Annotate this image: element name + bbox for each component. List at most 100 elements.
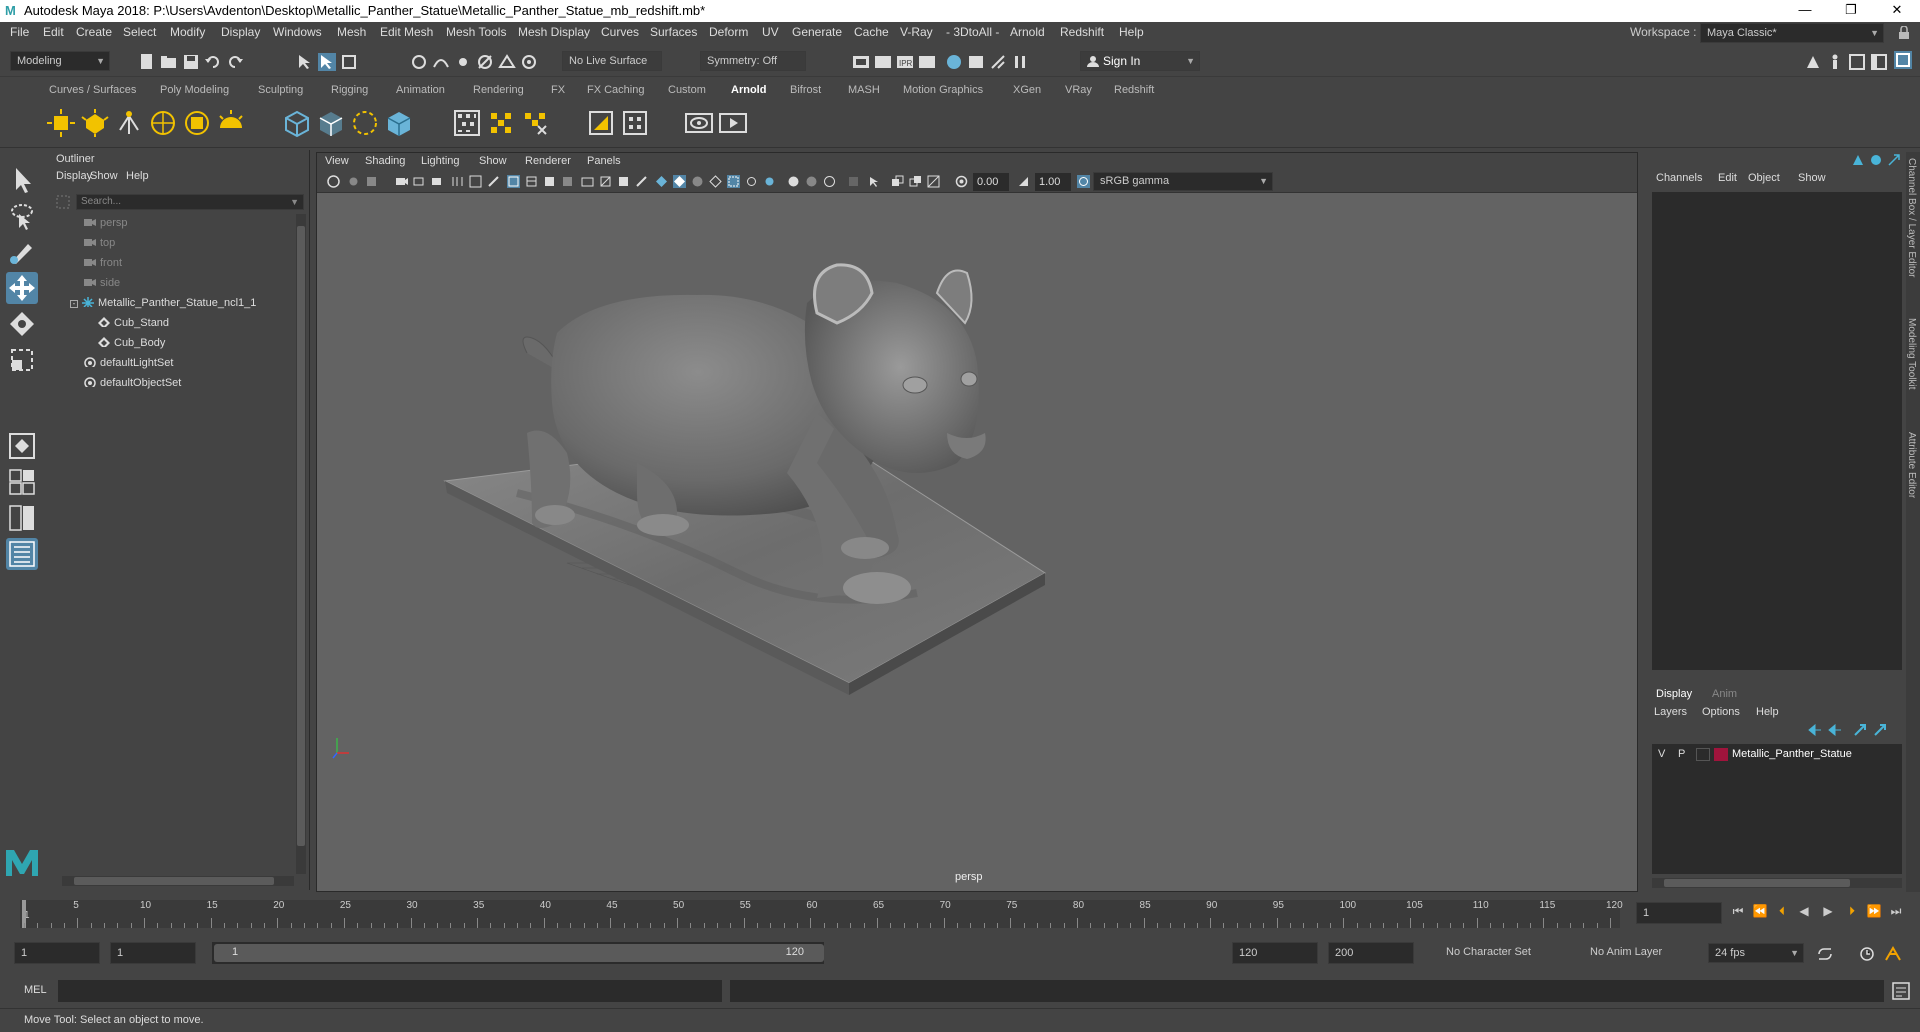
animation-preferences-icon[interactable] [1884, 946, 1902, 962]
layer-reference-toggle[interactable] [1696, 748, 1710, 761]
outliner-item-side[interactable]: side [84, 274, 120, 292]
shelf-tab-animation[interactable]: Animation [396, 84, 445, 96]
sign-in-button[interactable]: Sign In ▼ [1080, 51, 1200, 71]
material-swatch-icon[interactable] [586, 108, 616, 138]
paint-select-tool-icon[interactable] [6, 236, 38, 268]
viewport-menu-renderer[interactable]: Renderer [525, 155, 571, 167]
outliner-item-default-object-set[interactable]: defaultObjectSet [84, 374, 181, 392]
menu-redshift[interactable]: Redshift [1060, 25, 1104, 39]
animation-end-field[interactable]: 200 [1328, 942, 1414, 964]
anim-layer-dropdown[interactable]: No Anim Layer [1584, 943, 1690, 963]
workspace-dropdown[interactable]: Maya Classic* ▼ [1700, 23, 1884, 43]
viewport-menu-shading[interactable]: Shading [365, 155, 405, 167]
persp-outliner-layout-icon[interactable] [6, 502, 38, 534]
menu-select[interactable]: Select [123, 25, 156, 39]
outliner-vertical-scrollbar[interactable] [296, 214, 306, 874]
shelf-tab-bifrost[interactable]: Bifrost [790, 84, 821, 96]
ambient-occlusion-icon[interactable] [805, 175, 818, 188]
command-input[interactable] [58, 980, 722, 1002]
channel-box-menu-object[interactable]: Object [1748, 172, 1780, 184]
render-view-icon[interactable] [967, 53, 985, 71]
scrollbar-thumb[interactable] [1664, 879, 1850, 887]
menu-edit-mesh[interactable]: Edit Mesh [380, 25, 433, 39]
snap-view-icon[interactable] [476, 53, 494, 71]
mesh-light-icon[interactable] [80, 108, 110, 138]
screen-space-ao-icon[interactable] [617, 175, 630, 188]
default-material-icon[interactable] [543, 175, 556, 188]
menu-mesh[interactable]: Mesh [337, 25, 366, 39]
playback-end-field[interactable]: 120 [1232, 942, 1318, 964]
undo-icon[interactable] [204, 53, 222, 71]
shelf-tab-redshift[interactable]: Redshift [1114, 84, 1154, 96]
shelf-tab-curves-surfaces[interactable]: Curves / Surfaces [49, 84, 136, 96]
2d-pan-zoom-icon[interactable] [413, 175, 426, 188]
layer-visibility-toggle[interactable]: V [1658, 748, 1665, 760]
shelf-tab-rigging[interactable]: Rigging [331, 84, 368, 96]
shelf-tab-sculpting[interactable]: Sculpting [258, 84, 303, 96]
layer-color-swatch[interactable] [1714, 748, 1728, 761]
shelf-tab-vray[interactable]: VRay [1065, 84, 1092, 96]
flush-caches-icon[interactable] [520, 108, 550, 138]
scale-tool-icon[interactable] [6, 344, 38, 376]
channel-box-show-icon[interactable] [1852, 154, 1864, 166]
human-ik-icon[interactable] [1826, 53, 1844, 71]
minimize-button[interactable]: — [1782, 0, 1828, 22]
select-hierarchy-icon[interactable] [296, 53, 314, 71]
bounding-box-icon[interactable] [709, 175, 722, 188]
range-slider-track[interactable]: 1 120 [212, 942, 824, 964]
panther-statue-render[interactable] [317, 193, 1637, 891]
viewport-menu-view[interactable]: View [325, 155, 349, 167]
channel-box-menu-channels[interactable]: Channels [1656, 172, 1702, 184]
playback-start-field[interactable]: 1 [110, 942, 196, 964]
snap-live-icon[interactable] [520, 53, 538, 71]
step-forward-icon[interactable]: ⏩ [1866, 904, 1882, 918]
lasso-tool-icon[interactable] [6, 200, 38, 232]
menu-generate[interactable]: Generate [792, 25, 842, 39]
symmetry-dropdown[interactable]: Symmetry: Off [700, 51, 806, 71]
hud-icon[interactable] [787, 175, 800, 188]
single-perspective-layout-icon[interactable] [6, 430, 38, 462]
side-tab-modeling-toolkit[interactable]: Modeling Toolkit [1906, 318, 1917, 390]
play-forwards-icon[interactable]: ▶ [1820, 904, 1836, 918]
shelf-tab-fx-caching[interactable]: FX Caching [587, 84, 644, 96]
menu-deform[interactable]: Deform [709, 25, 748, 39]
layer-horizontal-scrollbar[interactable] [1652, 878, 1902, 888]
filter-icon[interactable] [56, 195, 70, 209]
color-space-dropdown[interactable]: sRGB gamma ▼ [1093, 172, 1273, 191]
channel-box-expand-icon[interactable] [1888, 154, 1900, 166]
exposure-icon[interactable] [955, 175, 968, 188]
step-forward-key-icon[interactable]: ⏵ [1844, 904, 1860, 918]
scrollbar-thumb[interactable] [74, 877, 274, 885]
gamma-field[interactable]: 1.00 [1035, 173, 1071, 191]
light-portal-icon[interactable] [182, 108, 212, 138]
pause-render-icon[interactable] [1011, 53, 1029, 71]
render-current-frame-icon[interactable] [852, 53, 870, 71]
layer-menu-help[interactable]: Help [1756, 706, 1779, 718]
select-object-icon[interactable] [318, 53, 336, 71]
script-editor-icon[interactable] [1892, 982, 1910, 1000]
export-standin-icon[interactable] [316, 108, 346, 138]
range-slider-bar[interactable]: 1 120 [214, 944, 824, 962]
attribute-editor-icon[interactable] [1848, 53, 1866, 71]
snap-grid-icon[interactable] [410, 53, 428, 71]
rotate-tool-icon[interactable] [6, 308, 38, 340]
render-sequence-icon[interactable] [874, 53, 892, 71]
command-language-label[interactable]: MEL [24, 984, 47, 996]
shelf-tab-motion-graphics[interactable]: Motion Graphics [903, 84, 983, 96]
color-management-icon[interactable] [1077, 175, 1090, 188]
scrollbar-thumb[interactable] [297, 226, 305, 846]
move-layer-down-icon[interactable] [1828, 724, 1842, 736]
outliner-item-default-light-set[interactable]: defaultLightSet [84, 354, 173, 372]
mode-dropdown[interactable]: Modeling ▼ [10, 51, 110, 71]
menu-vray[interactable]: V-Ray [900, 25, 933, 39]
shelf-tab-mash[interactable]: MASH [848, 84, 880, 96]
menu-surfaces[interactable]: Surfaces [650, 25, 697, 39]
outliner-item-cub-stand[interactable]: Cub_Stand [98, 314, 169, 332]
layer-tab-display[interactable]: Display [1656, 688, 1692, 700]
shelf-tab-arnold[interactable]: Arnold [731, 84, 766, 96]
snap-curve-icon[interactable] [432, 53, 450, 71]
animation-start-field[interactable]: 1 [14, 942, 100, 964]
menu-modify[interactable]: Modify [170, 25, 205, 39]
outliner-search-input[interactable]: Search... ▼ [76, 194, 304, 210]
layer-tab-anim[interactable]: Anim [1712, 688, 1737, 700]
